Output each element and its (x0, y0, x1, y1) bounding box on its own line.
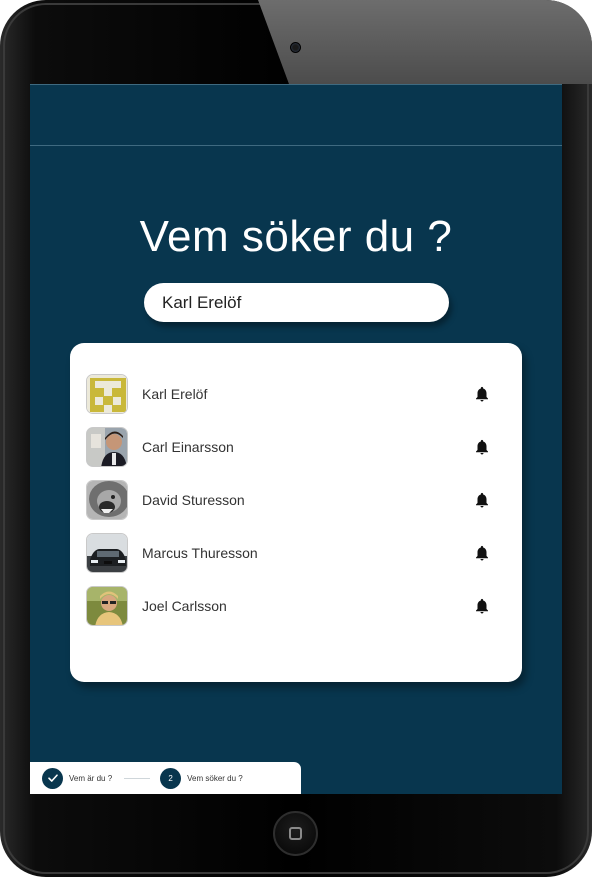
home-square-icon (289, 827, 302, 840)
result-row[interactable]: Karl Erelöf (86, 373, 491, 415)
result-row[interactable]: Joel Carlsson (86, 585, 491, 627)
search-input[interactable] (144, 283, 449, 322)
yellow-logo-avatar (86, 374, 128, 414)
search-results-card: Karl Erelöf Carl Einarsson David Sturess… (70, 343, 522, 682)
screen-glare (258, 0, 592, 84)
progress-stepper: Vem är du ? 2 Vem söker du ? (30, 762, 301, 794)
page-title: Vem söker du ? (139, 212, 453, 261)
tablet-device-frame: Vem söker du ? Karl Erelöf Karl Erelöf C… (0, 0, 592, 877)
bell-icon[interactable] (473, 597, 491, 615)
result-name: Carl Einarsson (142, 439, 234, 455)
result-name: Joel Carlsson (142, 598, 227, 614)
man-portrait-avatar (86, 427, 128, 467)
result-name: Karl Erelöf (142, 386, 208, 402)
bell-icon[interactable] (473, 438, 491, 456)
step-label: Vem är du ? (69, 773, 113, 783)
step-label: Vem söker du ? (187, 773, 243, 783)
check-icon (47, 774, 58, 782)
result-row[interactable]: David Sturesson (86, 479, 491, 521)
app-screen: Vem söker du ? Karl Erelöf Karl Erelöf C… (30, 84, 562, 794)
step-connector (124, 777, 151, 779)
sunglasses-avatar (86, 586, 128, 626)
home-button[interactable] (273, 811, 318, 856)
step-current[interactable]: 2 (160, 767, 182, 789)
result-name: David Sturesson (142, 492, 245, 508)
bell-icon[interactable] (473, 491, 491, 509)
step-completed[interactable] (42, 767, 63, 789)
result-row[interactable]: Marcus Thuresson (86, 532, 491, 574)
car-avatar (86, 533, 128, 573)
bell-icon[interactable] (473, 544, 491, 562)
result-name: Marcus Thuresson (142, 545, 258, 561)
bell-icon[interactable] (473, 385, 491, 403)
result-row[interactable]: Carl Einarsson (86, 426, 491, 468)
front-camera (290, 42, 301, 53)
lion-avatar (86, 480, 128, 520)
app-header (30, 84, 562, 146)
